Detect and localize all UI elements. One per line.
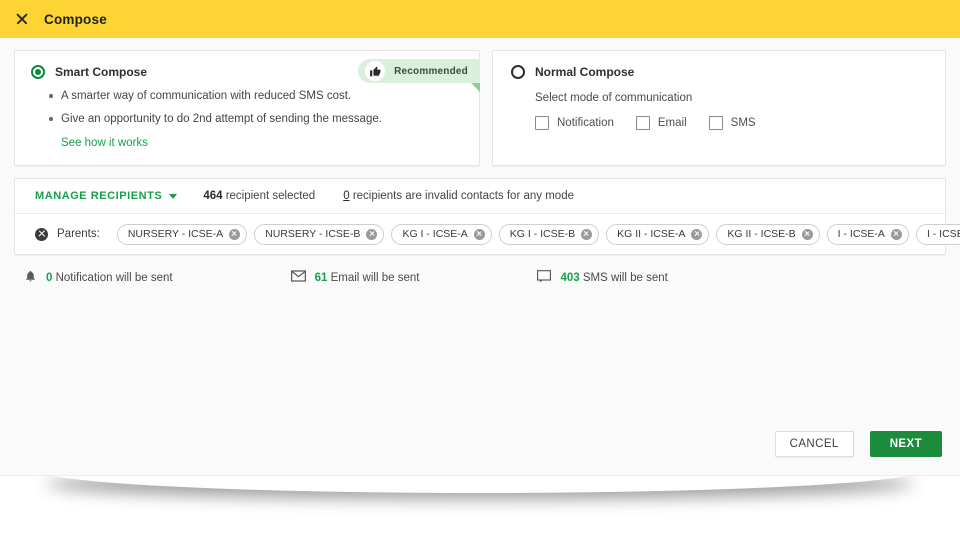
recipients-card: MANAGE RECIPIENTS 464 recipient selected… xyxy=(14,178,946,255)
stat-email-count: 61 xyxy=(315,272,328,284)
smart-compose-radio[interactable] xyxy=(31,65,45,79)
mode-checkbox-group: Notification Email SMS xyxy=(535,116,929,130)
chip-remove-icon[interactable] xyxy=(366,229,377,240)
normal-compose-radio[interactable] xyxy=(511,65,525,79)
checkbox-email[interactable]: Email xyxy=(636,116,687,130)
normal-compose-label: Normal Compose xyxy=(535,65,634,79)
list-item: Give an opportunity to do 2nd attempt of… xyxy=(61,112,463,126)
recommended-badge-label: Recommended xyxy=(394,66,468,77)
checkbox-sms[interactable]: SMS xyxy=(709,116,756,130)
chip-remove-icon[interactable] xyxy=(581,229,592,240)
chip-remove-icon[interactable] xyxy=(691,229,702,240)
page-title: Compose xyxy=(44,12,107,27)
next-button[interactable]: NEXT xyxy=(870,431,942,457)
stat-email: 61 Email will be sent xyxy=(291,270,420,285)
recommended-badge: Recommended xyxy=(358,59,480,83)
selected-count-value: 464 xyxy=(203,190,222,202)
ribbon-fold xyxy=(471,83,480,92)
recipient-chip[interactable]: KG I - ICSE-B xyxy=(499,224,599,245)
checkbox-sms-label: SMS xyxy=(731,117,756,129)
chip-label: I - ICSE-B xyxy=(927,228,960,240)
invalid-count: 0 recipients are invalid contacts for an… xyxy=(343,190,574,202)
invalid-count-text: recipients are invalid contacts for any … xyxy=(353,190,574,202)
stat-notification: 0 Notification will be sent xyxy=(24,269,173,286)
page-bottom-shadow xyxy=(0,475,960,537)
chip-label: KG I - ICSE-A xyxy=(402,228,467,240)
chevron-down-icon[interactable] xyxy=(169,194,177,199)
cancel-button[interactable]: CANCEL xyxy=(775,431,854,457)
checkbox-email-label: Email xyxy=(658,117,687,129)
stat-sms-text: 403 SMS will be sent xyxy=(560,272,667,284)
recipient-chip[interactable]: I - ICSE-B xyxy=(916,224,960,245)
chip-label: NURSERY - ICSE-B xyxy=(265,228,360,240)
close-icon[interactable] xyxy=(14,11,30,27)
recipient-chip[interactable]: I - ICSE-A xyxy=(827,224,909,245)
list-item: A smarter way of communication with redu… xyxy=(61,89,463,103)
remove-group-icon[interactable] xyxy=(35,228,48,241)
manage-recipients-button[interactable]: MANAGE RECIPIENTS xyxy=(35,190,177,202)
selected-count: 464 recipient selected xyxy=(203,190,315,202)
chip-remove-icon[interactable] xyxy=(229,229,240,240)
invalid-count-value: 0 xyxy=(343,190,349,202)
chip-list: NURSERY - ICSE-A NURSERY - ICSE-B KG I -… xyxy=(117,224,960,245)
compose-mode-row: Smart Compose A smarter way of communica… xyxy=(14,50,946,166)
recipient-chip[interactable]: NURSERY - ICSE-A xyxy=(117,224,247,245)
top-bar: Compose xyxy=(0,0,960,38)
recipient-chip[interactable]: KG II - ICSE-A xyxy=(606,224,709,245)
recipient-chip[interactable]: NURSERY - ICSE-B xyxy=(254,224,384,245)
normal-compose-option[interactable]: Normal Compose xyxy=(511,65,929,79)
recipient-chip-row: Parents: NURSERY - ICSE-A NURSERY - ICSE… xyxy=(15,214,945,254)
chip-remove-icon[interactable] xyxy=(802,229,813,240)
selected-count-text: recipient selected xyxy=(226,190,316,202)
stat-notification-count: 0 xyxy=(46,272,52,284)
curl-shadow xyxy=(38,475,921,493)
checkbox-icon[interactable] xyxy=(636,116,650,130)
stat-sms: 403 SMS will be sent xyxy=(537,270,667,286)
compose-screen: Compose Smart Compose A smarter way of c… xyxy=(0,0,960,537)
normal-compose-card[interactable]: Normal Compose Select mode of communicat… xyxy=(492,50,946,166)
checkbox-notification-label: Notification xyxy=(557,117,614,129)
chat-icon xyxy=(537,270,551,286)
chip-label: I - ICSE-A xyxy=(838,228,885,240)
smart-compose-label: Smart Compose xyxy=(55,65,147,79)
checkbox-icon[interactable] xyxy=(535,116,549,130)
send-stats: 0 Notification will be sent 61 Email wil… xyxy=(24,269,946,286)
chip-remove-icon[interactable] xyxy=(474,229,485,240)
see-how-it-works-link[interactable]: See how it works xyxy=(61,137,148,149)
footer-actions: CANCEL NEXT xyxy=(0,413,960,475)
checkbox-icon[interactable] xyxy=(709,116,723,130)
chip-label: KG II - ICSE-A xyxy=(617,228,685,240)
smart-compose-card[interactable]: Smart Compose A smarter way of communica… xyxy=(14,50,480,166)
recipients-header: MANAGE RECIPIENTS 464 recipient selected… xyxy=(15,179,945,213)
stat-notification-text: 0 Notification will be sent xyxy=(46,272,173,284)
mode-of-communication-label: Select mode of communication xyxy=(535,92,929,104)
recipient-group-label: Parents: xyxy=(57,228,100,240)
thumbs-up-icon xyxy=(364,60,386,82)
chip-remove-icon[interactable] xyxy=(891,229,902,240)
stat-email-text: 61 Email will be sent xyxy=(315,272,420,284)
page-body: Smart Compose A smarter way of communica… xyxy=(0,38,960,475)
bell-icon xyxy=(24,269,37,286)
smart-compose-benefits: A smarter way of communication with redu… xyxy=(31,89,463,126)
chip-label: KG II - ICSE-B xyxy=(727,228,795,240)
checkbox-notification[interactable]: Notification xyxy=(535,116,614,130)
chip-label: KG I - ICSE-B xyxy=(510,228,575,240)
chip-label: NURSERY - ICSE-A xyxy=(128,228,223,240)
manage-recipients-label: MANAGE RECIPIENTS xyxy=(35,190,162,202)
envelope-icon xyxy=(291,270,306,285)
recipient-chip[interactable]: KG I - ICSE-A xyxy=(391,224,491,245)
recipient-chip[interactable]: KG II - ICSE-B xyxy=(716,224,819,245)
stat-sms-count: 403 xyxy=(560,272,579,284)
